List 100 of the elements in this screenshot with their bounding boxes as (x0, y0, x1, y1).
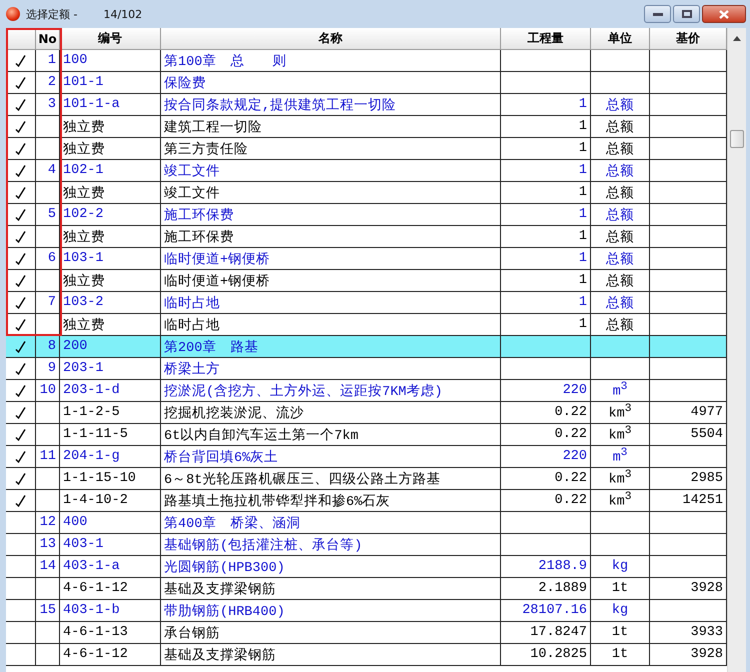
name-text: 基础及支撑梁钢筋 (164, 580, 276, 598)
code-text: 200 (63, 339, 88, 354)
code-text: 4-6-1-12 (63, 647, 128, 662)
quantity-text: 28107.16 (522, 603, 587, 618)
check-icon[interactable] (15, 384, 26, 396)
check-icon[interactable] (15, 274, 26, 286)
row-number: 14 (40, 559, 56, 574)
quantity-text: 1 (578, 229, 587, 244)
check-icon[interactable] (15, 494, 26, 506)
check-icon[interactable] (15, 362, 26, 374)
close-button[interactable] (702, 5, 746, 23)
check-icon[interactable] (15, 164, 26, 176)
table-row[interactable]: 4-6-1-12 基础及支撑梁钢筋 10.2825 1t 3928 (6, 644, 727, 666)
table-row[interactable]: 10 203-1-d 挖淤泥(含挖方、土方外运、运距按7KM考虑) 220 m$^{3}$ (6, 380, 727, 402)
check-icon[interactable] (15, 54, 26, 66)
check-icon[interactable] (15, 340, 26, 352)
code-text: 1-1-11-5 (63, 427, 128, 442)
table-row[interactable]: 9 203-1 桥梁土方 (6, 358, 727, 380)
name-text: 桥梁土方 (164, 360, 220, 378)
table-row[interactable]: 1-4-10-2 路基填土拖拉机带铧犁拌和掺6%石灰 0.22 km$^{3}$ 14251 (6, 490, 727, 512)
check-icon[interactable] (15, 428, 26, 440)
table-row[interactable]: 4-6-1-12 基础及支撑梁钢筋 2.1889 1t 3928 (6, 578, 727, 600)
name-text: 基础钢筋(包括灌注桩、承台等) (164, 536, 362, 554)
quantity-text: 0.22 (554, 493, 587, 508)
selected-row[interactable]: 8 200 第200章 路基 (6, 336, 727, 358)
table-row[interactable]: 4-6-1-13 承台钢筋 17.8247 1t 3933 (6, 622, 727, 644)
table-row[interactable]: 1-1-15-10 6～8t光轮压路机碾压三、四级公路土方路基 0.22 km$^{3}$ 2985 (6, 468, 727, 490)
check-icon[interactable] (15, 450, 26, 462)
name-text: 桥台背回填6%灰土 (164, 448, 278, 466)
table-row[interactable]: 12 400 第400章 桥梁、涵洞 (6, 512, 727, 534)
quantity-text: 0.22 (554, 405, 587, 420)
unit-text: 总额 (606, 272, 634, 290)
price-text: 5504 (690, 427, 723, 442)
row-number: 7 (48, 295, 56, 310)
table-row[interactable]: 13 403-1 基础钢筋(包括灌注桩、承台等) (6, 534, 727, 556)
unit-text: m$^{3}$ (612, 447, 628, 466)
table-row[interactable]: 4 102-1 竣工文件 1 总额 (6, 160, 727, 182)
unit-text: 总额 (606, 118, 634, 136)
scroll-up-icon[interactable] (733, 36, 741, 41)
price-text: 3928 (690, 647, 723, 662)
table-row[interactable]: 6 103-1 临时便道+钢便桥 1 总额 (6, 248, 727, 270)
check-icon[interactable] (15, 186, 26, 198)
check-icon[interactable] (15, 296, 26, 308)
column-header[interactable]: 单位 (591, 28, 650, 50)
check-icon[interactable] (15, 472, 26, 484)
name-text: 临时占地 (164, 316, 220, 334)
check-icon[interactable] (15, 120, 26, 132)
table-row[interactable]: 2 101-1 保险费 (6, 72, 727, 94)
table-row[interactable]: 14 403-1-a 光圆钢筋(HPB300) 2188.9 kg (6, 556, 727, 578)
code-text: 203-1-d (63, 383, 120, 398)
record-counter: 14/102 (103, 8, 142, 20)
quantity-text: 1 (578, 185, 587, 200)
name-text: 6～8t光轮压路机碾压三、四级公路土方路基 (164, 470, 440, 488)
table-row[interactable]: 3 101-1-a 按合同条款规定,提供建筑工程一切险 1 总额 (6, 94, 727, 116)
unit-text: 总额 (606, 316, 634, 334)
column-header[interactable]: 名称 (161, 28, 501, 50)
table-row[interactable]: 7 103-2 临时占地 1 总额 (6, 292, 727, 314)
quantity-text: 2188.9 (538, 559, 587, 574)
check-icon[interactable] (15, 142, 26, 154)
check-icon[interactable] (15, 76, 26, 88)
check-icon[interactable] (15, 98, 26, 110)
minimize-button[interactable] (644, 5, 671, 23)
table-row[interactable]: 独立费 临时便道+钢便桥 1 总额 (6, 270, 727, 292)
maximize-button[interactable] (673, 5, 700, 23)
column-header[interactable]: No (36, 28, 60, 50)
check-icon[interactable] (15, 406, 26, 418)
table-row[interactable]: 5 102-2 施工环保费 1 总额 (6, 204, 727, 226)
maximize-icon (682, 10, 692, 18)
table-row[interactable]: 独立费 竣工文件 1 总额 (6, 182, 727, 204)
price-text: 3928 (690, 581, 723, 596)
price-text: 3933 (690, 625, 723, 640)
scrollbar-thumb[interactable] (730, 130, 744, 148)
quantity-text: 1 (578, 295, 587, 310)
table-row[interactable]: 独立费 第三方责任险 1 总额 (6, 138, 727, 160)
check-icon[interactable] (15, 318, 26, 330)
row-number: 1 (48, 53, 56, 68)
column-header[interactable]: 工程量 (501, 28, 591, 50)
check-icon[interactable] (15, 252, 26, 264)
unit-text: 总额 (606, 96, 634, 114)
table-row[interactable]: 独立费 施工环保费 1 总额 (6, 226, 727, 248)
code-text: 102-2 (63, 207, 104, 222)
price-text: 2985 (690, 471, 723, 486)
check-icon[interactable] (15, 230, 26, 242)
scrollbar[interactable] (727, 28, 746, 672)
code-text: 103-1 (63, 251, 104, 266)
unit-text: 总额 (606, 140, 634, 158)
table-row[interactable]: 15 403-1-b 带肋钢筋(HRB400) 28107.16 kg (6, 600, 727, 622)
code-text: 403-1-a (63, 559, 120, 574)
table-row[interactable]: 1 100 第100章 总 则 (6, 50, 727, 72)
column-header[interactable]: 编号 (60, 28, 161, 50)
code-text: 独立费 (63, 184, 105, 202)
table-row[interactable]: 11 204-1-g 桥台背回填6%灰土 220 m$^{3}$ (6, 446, 727, 468)
code-text: 204-1-g (63, 449, 120, 464)
table-row[interactable]: 1-1-2-5 挖掘机挖装淤泥、流沙 0.22 km$^{3}$ 4977 (6, 402, 727, 424)
unit-text: 1t (612, 647, 628, 662)
table-row[interactable]: 1-1-11-5 6t以内自卸汽车运土第一个7km 0.22 km$^{3}$ 5504 (6, 424, 727, 446)
quantity-text: 1 (578, 317, 587, 332)
table-row[interactable]: 独立费 建筑工程一切险 1 总额 (6, 116, 727, 138)
check-icon[interactable] (15, 208, 26, 220)
close-icon (719, 10, 729, 18)
